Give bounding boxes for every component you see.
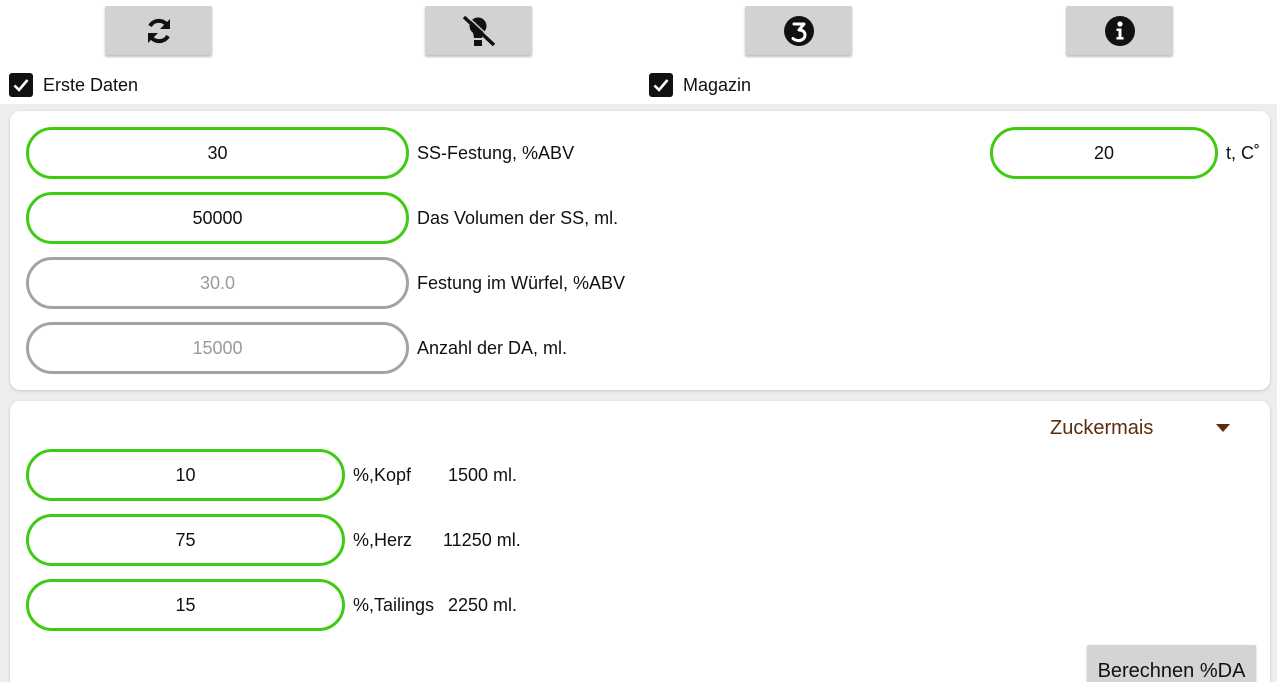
checkmark-icon <box>13 79 29 92</box>
heart-volume-value: 11250 ml. <box>443 530 521 550</box>
temperature-input[interactable]: 20 <box>990 127 1218 179</box>
heart-fraction-label: %,Herz <box>353 530 413 550</box>
head-volume-value: 1500 ml. <box>448 465 518 485</box>
first-data-checkbox-row[interactable]: Erste Daten <box>9 72 138 98</box>
chevron-down-icon <box>1216 424 1230 432</box>
lamp-off-icon <box>462 13 497 46</box>
cube-strength-field: 30.0 <box>26 257 409 309</box>
cube-strength-label: Festung im Würfel, %ABV <box>417 273 626 293</box>
da-amount-label: Anzahl der DA, ml. <box>417 338 568 358</box>
magazine-checkbox[interactable] <box>649 73 673 97</box>
head-fraction-label: %,Kopf <box>353 465 412 485</box>
raw-material-select[interactable]: Zuckermais <box>1040 412 1240 444</box>
number-three-icon <box>783 15 814 46</box>
first-data-checkbox[interactable] <box>9 73 33 97</box>
calculate-da-button[interactable]: Berechnen %DA <box>1087 645 1256 682</box>
head-percent-input[interactable]: 10 <box>26 449 345 501</box>
refresh-icon <box>147 18 170 43</box>
ss-volume-input[interactable]: 50000 <box>26 192 409 244</box>
temperature-label: t, C˚ <box>1226 143 1260 163</box>
tailings-volume-value: 2250 ml. <box>448 595 518 615</box>
ss-volume-label: Das Volumen der SS, ml. <box>417 208 619 228</box>
lamp-toggle-button[interactable] <box>425 6 532 55</box>
tailings-percent-input[interactable]: 15 <box>26 579 345 631</box>
first-data-label: Erste Daten <box>43 74 139 95</box>
step-three-button[interactable] <box>745 6 852 55</box>
ss-strength-label: SS-Festung, %ABV <box>417 143 575 163</box>
refresh-button[interactable] <box>105 6 212 55</box>
magazine-checkbox-row[interactable]: Magazin <box>649 72 751 98</box>
raw-material-value: Zuckermais <box>1050 416 1154 439</box>
tailings-fraction-label: %,Tailings <box>353 595 435 615</box>
checkmark-icon <box>653 79 669 92</box>
info-icon <box>1104 15 1135 46</box>
info-button[interactable] <box>1066 6 1173 55</box>
heart-percent-input[interactable]: 75 <box>26 514 345 566</box>
magazine-label: Magazin <box>683 74 752 95</box>
ss-strength-input[interactable]: 30 <box>26 127 409 179</box>
da-amount-field: 15000 <box>26 322 409 374</box>
